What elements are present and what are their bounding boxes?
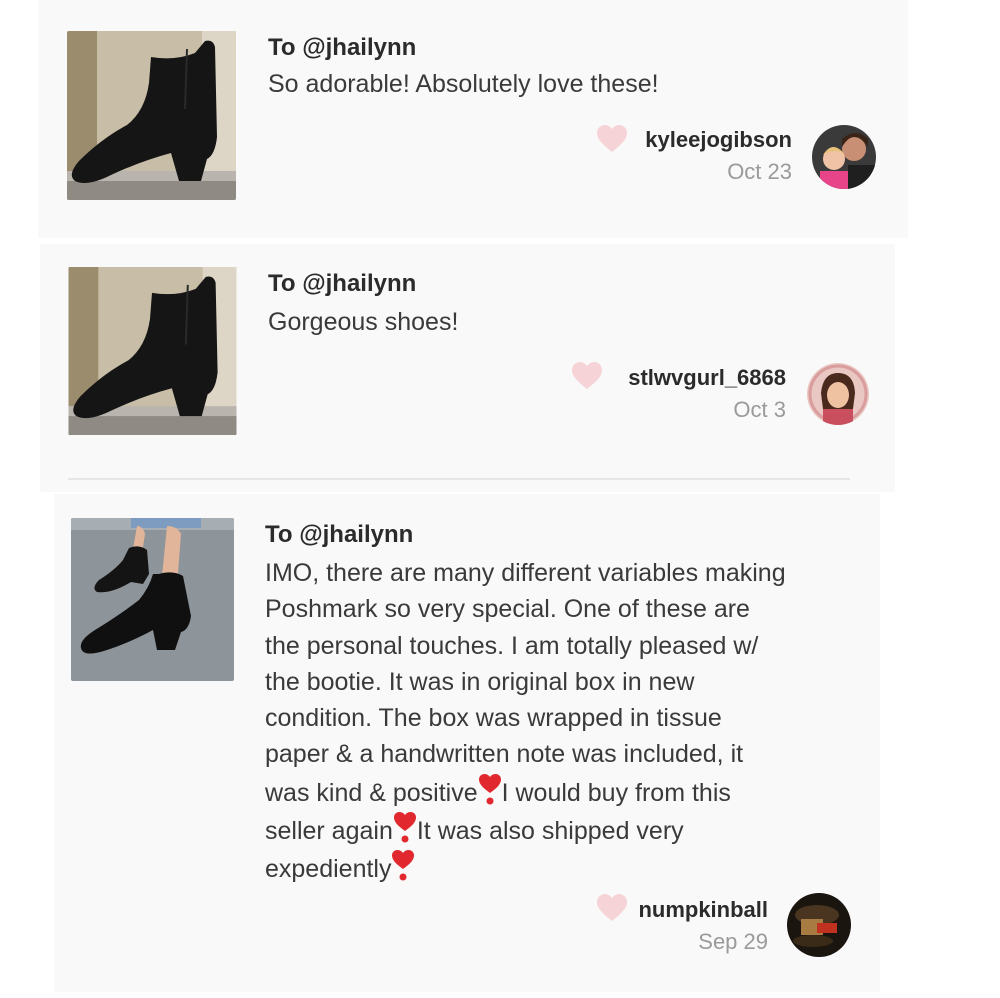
comment-text: So adorable! Absolutely love these! — [268, 70, 659, 98]
black-ankle-boot-worn-photo — [71, 518, 234, 681]
red-exclamation-heart-icon — [391, 849, 415, 883]
comment-line: expediently — [265, 849, 786, 887]
comment-segment: I would buy from this — [501, 778, 731, 807]
comment-line: the personal touches. I am totally pleas… — [265, 631, 759, 660]
recipient-label: To @jhailynn — [268, 34, 417, 61]
comment-line: paper & a handwritten note was included,… — [265, 740, 744, 769]
black-ankle-boot-photo — [67, 31, 236, 200]
comment-line: seller again It was also shipped very — [265, 811, 786, 849]
comment-segment: expediently — [265, 855, 392, 884]
username-link[interactable]: numpkinball — [600, 897, 768, 923]
comment-segment: It was also shipped very — [416, 817, 684, 846]
user-avatar-photo — [812, 125, 876, 189]
listing-thumbnail[interactable] — [71, 518, 234, 681]
user-avatar[interactable] — [787, 893, 851, 957]
section-divider — [68, 478, 850, 480]
comment-text: Gorgeous shoes! — [268, 308, 459, 336]
black-ankle-boot-photo — [68, 267, 237, 435]
comment-date: Oct 3 — [733, 397, 786, 422]
listing-thumbnail[interactable] — [68, 267, 237, 435]
user-avatar-photo — [807, 363, 869, 425]
comment-segment: was kind & positive — [265, 778, 478, 807]
comment-line: IMO, there are many different variables … — [265, 559, 786, 587]
comment-line: Poshmark so very special. One of these a… — [265, 595, 750, 624]
user-avatar-photo — [787, 893, 851, 957]
comment-text: IMO, there are many different variables … — [265, 555, 786, 888]
red-exclamation-heart-icon — [393, 811, 417, 845]
username-link[interactable]: stlwvgurl_6868 — [600, 365, 786, 391]
user-avatar[interactable] — [807, 363, 869, 425]
comment-line: was kind & positive I would buy from this — [265, 773, 786, 811]
comment-date: Oct 23 — [727, 159, 792, 184]
comment-segment: seller again — [265, 817, 393, 846]
user-avatar[interactable] — [812, 125, 876, 189]
listing-thumbnail[interactable] — [67, 31, 236, 200]
comment-date: Sep 29 — [698, 929, 768, 954]
recipient-label: To @jhailynn — [265, 521, 414, 548]
username-link[interactable]: kyleejogibson — [600, 127, 792, 153]
comment-line: condition. The box was wrapped in tissue — [265, 704, 722, 733]
like-heart-icon[interactable] — [571, 362, 603, 390]
red-exclamation-heart-icon — [478, 773, 502, 807]
recipient-label: To @jhailynn — [268, 270, 417, 297]
comment-line: the bootie. It was in original box in ne… — [265, 667, 695, 696]
